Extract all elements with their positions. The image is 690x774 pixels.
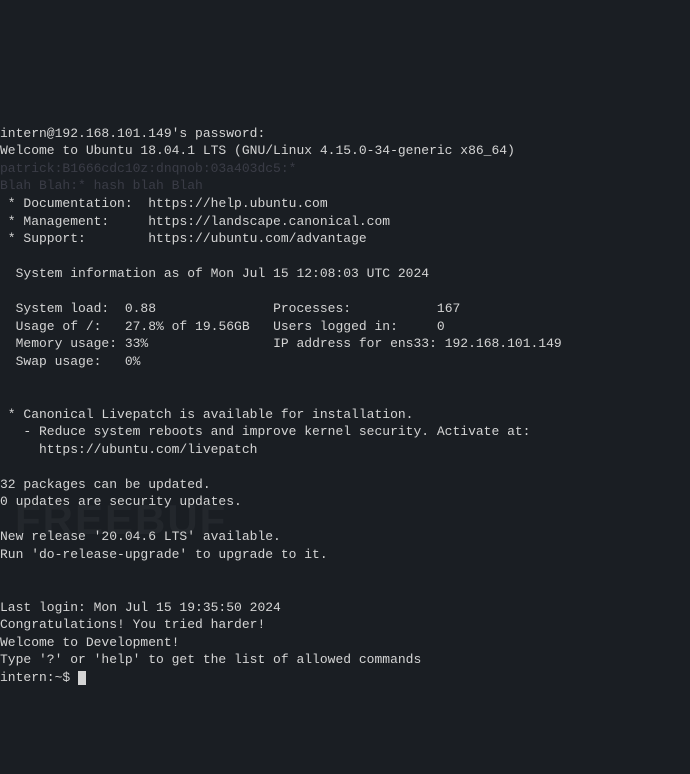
support-url: https://ubuntu.com/advantage xyxy=(148,231,366,246)
sysload-value: 0.88 xyxy=(125,301,156,316)
livepatch-line1: * Canonical Livepatch is available for i… xyxy=(0,407,413,422)
mgmt-label: * Management: xyxy=(0,214,148,229)
mgmt-url: https://landscape.canonical.com xyxy=(148,214,390,229)
processes-label: Processes: xyxy=(273,301,437,316)
doc-url: https://help.ubuntu.com xyxy=(148,196,327,211)
sysload-label: System load: xyxy=(0,301,125,316)
last-login: Last login: Mon Jul 15 19:35:50 2024 xyxy=(0,600,281,615)
updates-packages: 32 packages can be updated. xyxy=(0,477,211,492)
users-label: Users logged in: xyxy=(273,319,437,334)
usage-value: 27.8% of 19.56GB xyxy=(125,319,250,334)
cursor-icon[interactable] xyxy=(78,671,86,685)
ip-value: 192.168.101.149 xyxy=(445,336,562,351)
release-available: New release '20.04.6 LTS' available. xyxy=(0,529,281,544)
congrats-line: Congratulations! You tried harder! xyxy=(0,617,265,632)
sysinfo-header: System information as of Mon Jul 15 12:0… xyxy=(0,266,429,281)
password-prompt: intern@192.168.101.149's password: xyxy=(0,126,265,141)
release-upgrade: Run 'do-release-upgrade' to upgrade to i… xyxy=(0,547,328,562)
livepatch-line2: - Reduce system reboots and improve kern… xyxy=(0,424,531,439)
swap-label: Swap usage: xyxy=(0,354,125,369)
terminal-output[interactable]: intern@192.168.101.149's password: Welco… xyxy=(0,107,690,686)
memory-label: Memory usage: xyxy=(0,336,125,351)
processes-value: 167 xyxy=(437,301,460,316)
swap-value: 0% xyxy=(125,354,141,369)
hash-line-2: Blah Blah:* hash blah Blah xyxy=(0,178,203,193)
support-label: * Support: xyxy=(0,231,148,246)
welcome-dev-line: Welcome to Development! xyxy=(0,635,179,650)
usage-label: Usage of /: xyxy=(0,319,125,334)
livepatch-line3: https://ubuntu.com/livepatch xyxy=(0,442,257,457)
welcome-line: Welcome to Ubuntu 18.04.1 LTS (GNU/Linux… xyxy=(0,143,515,158)
help-hint-line: Type '?' or 'help' to get the list of al… xyxy=(0,652,421,667)
ip-label: IP address for ens33: xyxy=(273,336,445,351)
updates-security: 0 updates are security updates. xyxy=(0,494,242,509)
shell-prompt[interactable]: intern:~$ xyxy=(0,670,78,685)
doc-label: * Documentation: xyxy=(0,196,148,211)
hash-line-1: patrick:B1666cdc10z:dnqnob:03a403dc5:* xyxy=(0,161,296,176)
users-value: 0 xyxy=(437,319,445,334)
memory-value: 33% xyxy=(125,336,148,351)
